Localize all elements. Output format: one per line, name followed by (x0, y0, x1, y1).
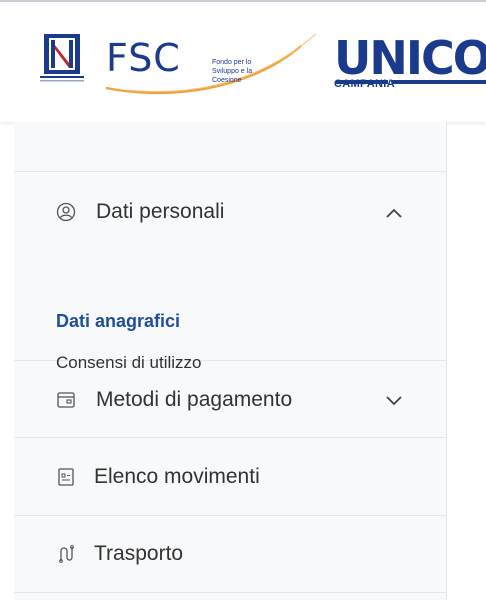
sidebar-item-label: Dati personali (96, 200, 225, 223)
regione-campania-crest-logo (40, 34, 84, 82)
sidebar-item-elenco-movimenti[interactable]: Elenco movimenti (14, 438, 446, 516)
receipt-icon (58, 468, 74, 486)
unico-subtitle: CAMPANIA (334, 78, 395, 90)
fsc-tagline: Fondo per lo Sviluppo e la Coesione (212, 59, 253, 84)
sidebar-item-dati-personali[interactable]: Dati personali Dati anagrafici Consensi … (14, 172, 446, 372)
route-icon (59, 545, 74, 563)
fsc-logo: FSC (106, 36, 181, 80)
sidebar-subitem-dati-anagrafici[interactable]: Dati anagrafici (56, 310, 180, 332)
chevron-down-icon[interactable] (384, 390, 404, 410)
sidebar-item-metodi-di-pagamento[interactable]: Metodi di pagamento (14, 361, 446, 438)
wallet-icon (57, 392, 75, 408)
header: FSC Fondo per lo Sviluppo e la Coesione … (0, 2, 486, 122)
sidebar-item-label: Trasporto (94, 542, 184, 565)
sidebar-item-label: Metodi di pagamento (96, 388, 293, 411)
sidebar-item-label: Elenco movimenti (94, 465, 260, 488)
sidebar: Dati personali Dati anagrafici Consensi … (14, 122, 447, 600)
sidebar-item-trasporto[interactable]: Trasporto (14, 516, 446, 593)
sidebar-top-spacer (14, 122, 446, 172)
sidebar-bottom-spacer (14, 593, 446, 600)
chevron-up-icon[interactable] (384, 204, 404, 224)
unico-logo-text: UNICO (334, 31, 486, 85)
user-circle-icon (56, 202, 76, 222)
